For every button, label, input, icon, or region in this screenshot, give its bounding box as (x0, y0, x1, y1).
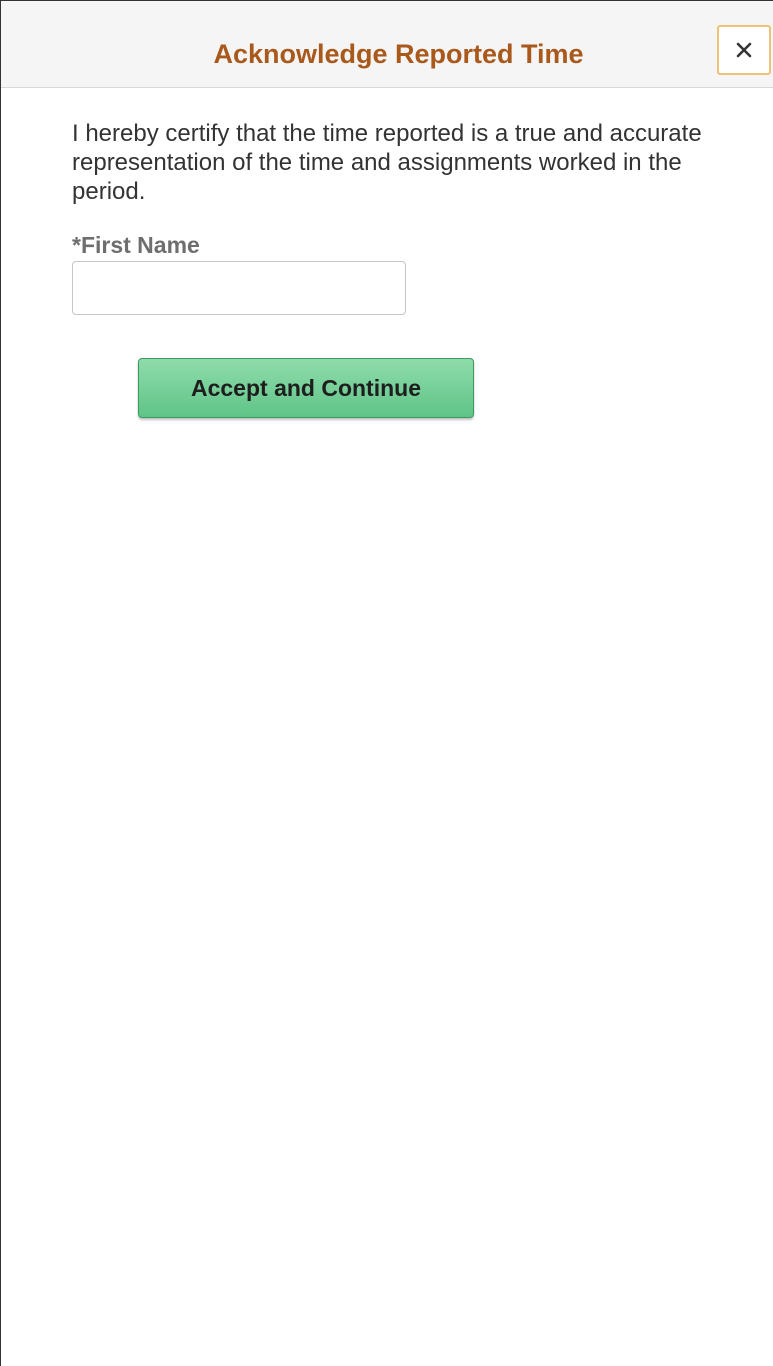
accept-and-continue-button[interactable]: Accept and Continue (138, 358, 474, 418)
first-name-input[interactable] (72, 261, 406, 315)
first-name-label: *First Name (72, 232, 200, 258)
close-button[interactable] (717, 25, 771, 75)
acknowledge-dialog: Acknowledge Reported Time I hereby certi… (0, 0, 773, 1366)
dialog-title: Acknowledge Reported Time (213, 39, 584, 69)
dialog-header: Acknowledge Reported Time (1, 1, 773, 88)
certification-text: I hereby certify that the time reported … (72, 120, 702, 205)
dialog-content: I hereby certify that the time reported … (72, 119, 752, 206)
close-icon (736, 42, 752, 58)
